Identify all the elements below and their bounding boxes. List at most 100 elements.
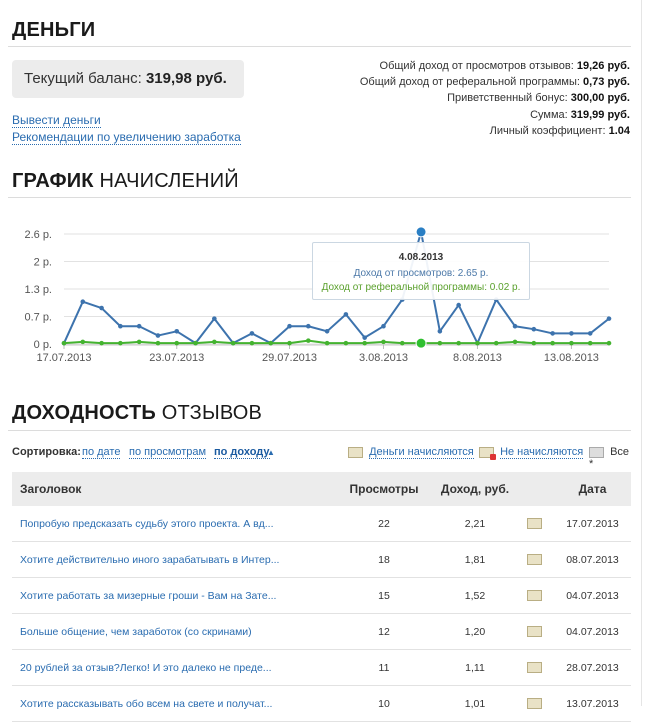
reviews-table: Заголовок Просмотры Доход, руб. Дата Поп…: [12, 472, 631, 722]
referral-income-point: [212, 339, 217, 345]
table-row: Попробую предсказать судьбу этого проект…: [12, 506, 631, 542]
views-cell: 18: [332, 541, 436, 578]
divider: [8, 46, 631, 47]
y-tick-label: 2 р.: [34, 257, 52, 269]
divider: [8, 430, 631, 431]
views-income-point: [362, 335, 367, 340]
summary-row: Сумма: 319,99 руб.: [530, 108, 630, 121]
y-tick-label: 0 р.: [34, 339, 52, 351]
views-income-point: [550, 331, 555, 336]
money-blocked-icon: [479, 446, 496, 460]
views-cell: 15: [332, 577, 436, 614]
review-title-link[interactable]: Хотите работать за мизерные гроши - Вам …: [20, 590, 276, 602]
withdraw-link[interactable]: Вывести деньги: [12, 113, 101, 128]
referral-income-point: [587, 340, 593, 346]
col-views[interactable]: Просмотры: [332, 472, 436, 506]
x-tick-label: 3.08.2013: [359, 352, 408, 364]
referral-income-point: [512, 339, 518, 345]
summary-row: Личный коэффициент: 1.04: [489, 124, 630, 137]
table-row: Больше общение, чем заработок (со скрина…: [12, 613, 631, 650]
sort-by-income[interactable]: по доходу: [214, 446, 270, 459]
y-tick-label: 0.7 р.: [24, 312, 52, 324]
filter-paid[interactable]: Деньги начисляются: [348, 446, 474, 459]
views-income-point: [174, 329, 180, 334]
income-cell: 1,81: [436, 541, 514, 578]
table-header-row: Заголовок Просмотры Доход, руб. Дата: [12, 472, 631, 506]
referral-income-line: [63, 339, 609, 345]
referral-income-point: [531, 340, 537, 346]
y-tick-label: 1.3 р.: [24, 284, 52, 296]
referral-income-point: [155, 340, 161, 346]
income-cell: 1,01: [436, 685, 514, 722]
chart-section-title: ГРАФИК НАЧИСЛЕНИЙ: [12, 170, 239, 192]
money-icon: [348, 446, 363, 458]
referral-income-point: [306, 338, 311, 343]
date-cell: 17.07.2013: [554, 506, 631, 542]
referral-income-point: [136, 339, 142, 345]
date-cell: 28.07.2013: [554, 649, 631, 686]
views-income-point: [136, 323, 142, 329]
income-cell: 1,20: [436, 613, 514, 650]
referral-income-point: [61, 340, 67, 346]
referral-income-point: [230, 340, 236, 346]
referral-income-point: [174, 340, 180, 346]
views-income-point: [306, 323, 311, 329]
referral-income-point: [343, 340, 349, 346]
balance-value: 319,98 руб.: [145, 70, 227, 87]
table-row: Хотите работать за мизерные гроши - Вам …: [12, 577, 631, 614]
sort-by-views[interactable]: по просмотрам: [129, 446, 207, 459]
all-icon: [589, 446, 604, 458]
referral-income-point: [249, 340, 255, 346]
table-row: Хотите рассказывать обо всем на свете и …: [12, 685, 631, 722]
x-tick-label: 17.07.2013: [36, 352, 91, 364]
referral-income-point: [80, 339, 86, 345]
views-income-point: [212, 316, 217, 321]
views-cell: 11: [332, 649, 436, 686]
review-title-link[interactable]: 20 рублей за отзыв?Легко! И это далеко н…: [20, 662, 272, 674]
col-title[interactable]: Заголовок: [12, 472, 332, 506]
review-title-link[interactable]: Больше общение, чем заработок (со скрина…: [20, 626, 252, 638]
referral-income-point: [268, 340, 274, 346]
col-income[interactable]: Доход, руб.: [436, 472, 514, 506]
filter-unpaid[interactable]: Не начисляются: [479, 446, 584, 460]
tooltip-date: 4.08.2013: [398, 252, 444, 263]
filter-all[interactable]: Все *: [589, 446, 632, 470]
x-tick-label: 29.07.2013: [262, 352, 317, 364]
views-income-point: [606, 316, 612, 321]
col-date[interactable]: Дата: [554, 472, 631, 506]
date-cell: 04.07.2013: [554, 613, 631, 650]
x-tick-label: 23.07.2013: [149, 352, 204, 364]
money-icon: [526, 698, 542, 710]
sort-by-date[interactable]: по дате: [82, 446, 121, 459]
chart-tooltip: 4.08.2013 Доход от просмотров: 2.65 р. Д…: [312, 242, 530, 300]
date-cell: 13.07.2013: [554, 685, 631, 722]
views-income-point: [99, 305, 104, 311]
income-cell: 2,21: [436, 506, 514, 542]
views-income-point: [437, 329, 443, 334]
money-title: ДЕНЬГИ: [12, 19, 96, 41]
views-income-point: [343, 312, 349, 317]
col-status: [514, 472, 554, 506]
views-income-point: [324, 329, 330, 334]
views-cell: 12: [332, 613, 436, 650]
views-income-point: [155, 333, 161, 338]
views-income-point: [569, 331, 574, 336]
views-cell: 10: [332, 685, 436, 722]
review-title-link[interactable]: Хотите действительно иного зарабатывать …: [20, 554, 279, 566]
summary-row: Общий доход от реферальной программы: 0,…: [359, 76, 630, 89]
summary-row: Приветственный бонус: 300,00 руб.: [447, 92, 630, 105]
referral-income-point: [569, 340, 574, 346]
review-title-link[interactable]: Хотите рассказывать обо всем на свете и …: [20, 698, 272, 710]
views-income-point: [118, 323, 123, 329]
referral-income-point: [606, 340, 612, 346]
x-tick-label: 13.08.2013: [544, 352, 599, 364]
referral-income-point: [193, 340, 198, 346]
referral-income-point: [381, 339, 386, 345]
views-income-point: [287, 323, 292, 329]
tooltip-views-income: Доход от просмотров: 2.65 р.: [353, 268, 489, 279]
x-tick-label: 8.08.2013: [453, 352, 502, 364]
date-cell: 08.07.2013: [554, 541, 631, 578]
earning-tips-link[interactable]: Рекомендации по увеличению заработка: [12, 130, 241, 145]
review-title-link[interactable]: Попробую предсказать судьбу этого проект…: [20, 518, 274, 530]
income-cell: 1,11: [436, 649, 514, 686]
